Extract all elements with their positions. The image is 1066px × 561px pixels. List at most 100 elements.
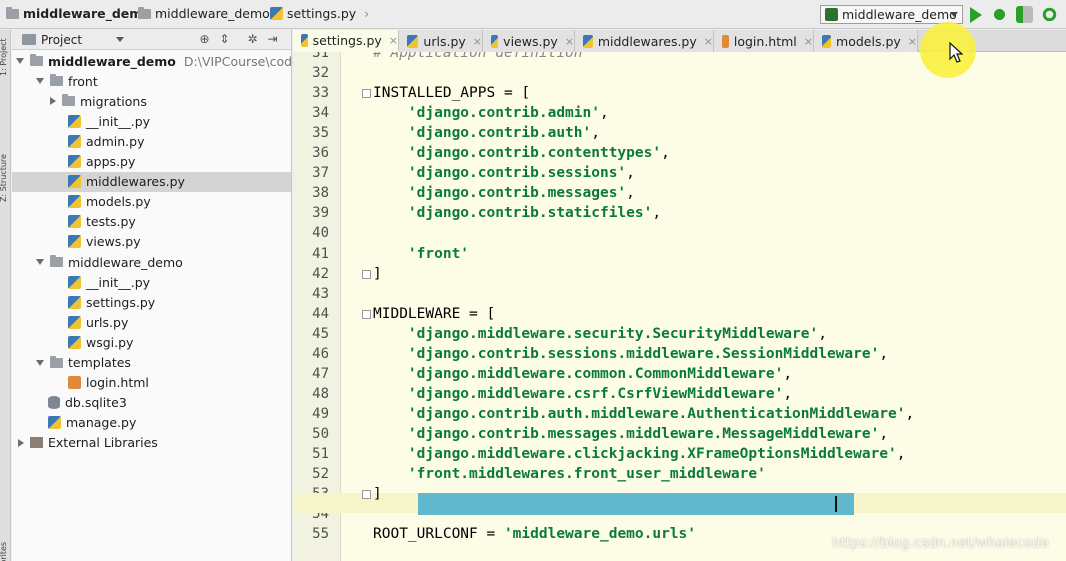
code-line[interactable]: MIDDLEWARE = [ [373,304,495,324]
tree-item-front[interactable]: front [12,71,291,91]
code-editor[interactable]: 31 32 33 34 35 36 37 38 39 40 41 42 43 44 45 46 47 48 49 50… [293,52,1066,561]
code-line[interactable]: 'django.contrib.auth.middleware.Authenti… [373,404,914,424]
code-line[interactable]: 'django.contrib.sessions.middleware.Sess… [373,344,888,364]
html-file-icon [722,34,729,48]
fold-marker-icon[interactable] [362,309,371,319]
code-line[interactable]: 'django.middleware.security.SecurityMidd… [373,324,827,344]
hide-icon[interactable]: ⇥ [266,33,279,46]
debug-button[interactable] [991,6,1008,23]
tree-item-settings-py[interactable]: settings.py [12,292,291,312]
chevron-down-icon[interactable] [116,37,125,42]
python-file-icon [68,134,81,148]
run-button[interactable] [967,6,984,23]
chevron-down-icon[interactable] [16,58,24,64]
code-line[interactable]: 'django.contrib.messages.middleware.Mess… [373,424,888,444]
code-line[interactable]: 'django.contrib.sessions', [373,163,635,183]
run-config-icon [825,8,838,21]
structure-tool-tab[interactable]: Z: Structure [0,154,8,202]
sync-icon[interactable]: ⊕ [198,33,211,46]
profile-button[interactable] [1041,6,1058,23]
fold-marker-icon[interactable] [362,490,371,500]
chevron-down-icon[interactable] [36,359,44,366]
gear-icon[interactable]: ✲ [246,33,259,46]
tree-item-label: models.py [86,194,151,210]
tab-models-py[interactable]: models.py × [814,30,918,52]
chevron-down-icon[interactable] [36,78,44,85]
tree-item-label: middlewares.py [86,174,185,190]
tree-item-middleware-demo[interactable]: middleware_demo [12,252,291,272]
tab-urls-py[interactable]: urls.py × [399,30,483,52]
code-line[interactable]: 'django.middleware.clickjacking.XFrameOp… [373,444,906,464]
code-line[interactable]: ] [373,484,382,504]
tree-item-admin-py[interactable]: admin.py [12,131,291,151]
tree-item-tests-py[interactable]: tests.py [12,212,291,232]
code-line[interactable]: # Application definition [373,52,583,63]
tree-item-templates[interactable]: templates [12,353,291,373]
close-icon[interactable]: × [565,35,574,48]
line-number: 44 [312,305,329,322]
close-icon[interactable]: × [908,35,917,48]
python-file-icon [301,33,308,47]
tab-label: settings.py [312,32,382,48]
run-configuration-select[interactable]: middleware_demo [820,5,963,24]
python-file-icon [48,416,61,430]
code-line[interactable]: 'django.contrib.auth', [373,123,600,143]
code-line[interactable]: ] [373,264,382,284]
code-line[interactable]: 'django.contrib.admin', [373,103,609,123]
code-line[interactable]: ROOT_URLCONF = 'middleware_demo.urls' [373,524,696,544]
tab-middlewares-py[interactable]: middlewares.py × [575,30,714,52]
collapse-icon[interactable]: ⇕ [218,33,231,46]
chevron-down-icon[interactable] [36,259,44,265]
tree-item--init-py[interactable]: __init__.py [12,272,291,292]
tree-item-db-sqlite3[interactable]: db.sqlite3 [12,393,291,413]
line-number: 49 [312,405,329,422]
coverage-button[interactable] [1016,6,1033,23]
code-line[interactable]: 'django.middleware.csrf.CsrfViewMiddlewa… [373,384,792,404]
line-number: 36 [312,145,329,162]
folder-icon [50,355,63,368]
tab-login-html[interactable]: login.html × [714,30,814,52]
tree-item-manage-py[interactable]: manage.py [12,413,291,433]
tree-item-login-html[interactable]: login.html [12,373,291,393]
close-icon[interactable]: × [473,35,482,48]
chevron-right-icon: › [364,6,370,21]
python-file-icon [68,315,81,329]
tree-item-middleware-demo[interactable]: middleware_demo D:\VIPCourse\codes\p [12,51,318,71]
fold-marker-icon[interactable] [362,89,371,99]
tree-item-label: middleware_demo [48,53,176,69]
python-file-icon [68,275,81,289]
tree-item--init-py[interactable]: __init__.py [12,111,291,131]
tree-item-urls-py[interactable]: urls.py [12,312,291,332]
code-line[interactable]: 'front.middlewares.front_user_middleware… [373,464,766,484]
code-line[interactable]: 'django.contrib.contenttypes', [373,143,670,163]
line-number: 41 [312,245,329,262]
close-icon[interactable]: × [389,34,398,47]
code-line[interactable]: INSTALLED_APPS = [ [373,83,530,103]
line-number: 34 [312,105,329,122]
project-tool-tab[interactable]: 1: Project [0,38,8,76]
tree-item-middlewares-py[interactable]: middlewares.py [12,171,291,192]
fold-marker-icon[interactable] [362,269,371,279]
text-caret [835,496,837,512]
code-line[interactable]: 'front' [373,244,469,264]
favorites-tool-tab[interactable]: Favorites [0,542,8,561]
chevron-right-icon[interactable] [18,438,24,447]
code-line[interactable]: 'django.contrib.staticfiles', [373,203,661,223]
project-panel-header: Project ⊕ ⇕ ✲ ⇥ [12,30,291,50]
tab-views-py[interactable]: views.py × [483,30,575,52]
tree-item-views-py[interactable]: views.py [12,232,291,252]
tree-item-apps-py[interactable]: apps.py [12,152,291,172]
code-line[interactable]: 'django.middleware.common.CommonMiddlewa… [373,364,792,384]
breadcrumb-file[interactable]: settings.py › [270,6,369,21]
tree-item-models-py[interactable]: models.py [12,192,291,212]
line-number: 51 [312,446,329,462]
tree-item-migrations[interactable]: migrations [12,91,291,111]
breadcrumb-package[interactable]: middleware_demo › [138,6,283,21]
chevron-right-icon[interactable] [50,97,56,106]
tree-item-external-libraries[interactable]: External Libraries [12,433,291,453]
tab-settings-py[interactable]: settings.py × [293,30,399,52]
code-line[interactable]: 'django.contrib.messages', [373,183,635,203]
tree-item-wsgi-py[interactable]: wsgi.py [12,332,291,352]
close-icon[interactable]: × [804,35,813,48]
close-icon[interactable]: × [704,35,713,48]
